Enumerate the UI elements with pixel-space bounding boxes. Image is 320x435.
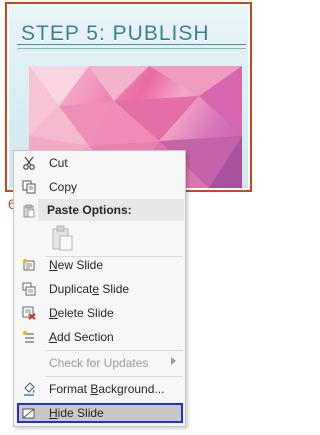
menu-item-label: Copy: [49, 180, 78, 194]
menu-item-add-section[interactable]: Add Section: [17, 326, 182, 348]
scissors-icon: [17, 152, 41, 174]
menu-item-label: Cut: [49, 156, 68, 170]
menu-item-label: Hide Slide: [49, 406, 104, 420]
paint-bucket-icon: [17, 378, 41, 400]
hide-slide-icon: [17, 404, 41, 422]
submenu-arrow-icon: [171, 357, 176, 365]
menu-item-copy[interactable]: Copy: [17, 176, 182, 198]
menu-item-hide-slide[interactable]: Hide Slide: [17, 403, 183, 423]
menu-item-delete-slide[interactable]: Delete Slide: [17, 302, 182, 324]
context-menu: Cut Copy Paste Options: New Slide Duplic…: [13, 150, 186, 427]
menu-item-duplicate-slide[interactable]: Duplicate Slide: [17, 278, 182, 300]
menu-item-format-background[interactable]: Format Background...: [17, 378, 182, 400]
paste-options-header: Paste Options:: [38, 199, 184, 221]
menu-separator: [45, 350, 183, 351]
duplicate-slide-icon: [17, 278, 41, 300]
menu-item-label: Duplicate Slide: [49, 282, 130, 296]
menu-item-label: Delete Slide: [49, 306, 114, 320]
title-underline-secondary: [17, 48, 246, 49]
menu-item-label: Format Background...: [49, 382, 165, 396]
menu-item-label: Add Section: [49, 330, 114, 344]
menu-item-new-slide[interactable]: New Slide: [17, 254, 182, 276]
menu-separator: [45, 376, 183, 377]
slide-title: STEP 5: PUBLISH: [21, 22, 210, 45]
hide-slide-row: Hide Slide: [17, 404, 179, 422]
copy-icon: [17, 176, 41, 198]
paste-keep-formatting-icon[interactable]: [50, 224, 76, 252]
delete-slide-icon: [17, 302, 41, 324]
menu-item-cut[interactable]: Cut: [17, 152, 182, 174]
menu-item-label: New Slide: [49, 258, 104, 272]
menu-item-check-for-updates[interactable]: Check for Updates: [17, 352, 182, 374]
add-section-icon: [17, 326, 41, 348]
title-underline: [17, 44, 246, 45]
new-slide-icon: [17, 254, 41, 276]
menu-item-label: Check for Updates: [49, 356, 149, 370]
